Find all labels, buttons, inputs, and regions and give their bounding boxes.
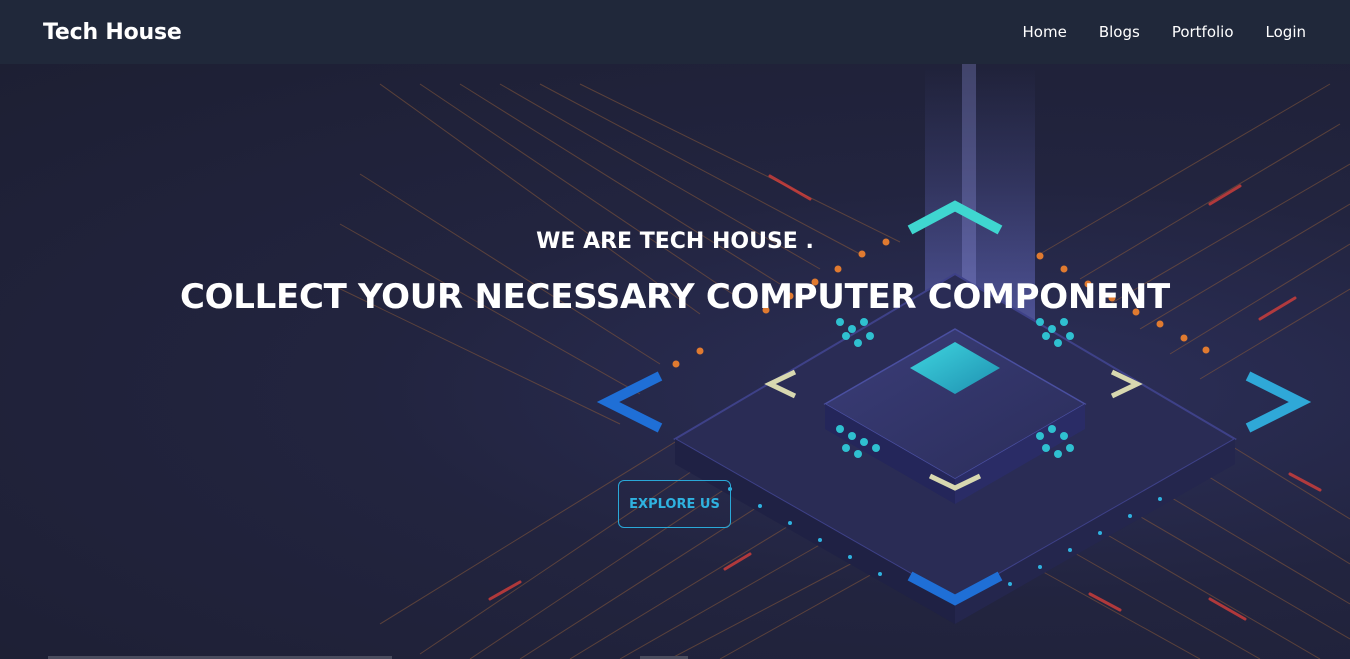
nav-links: Home Blogs Portfolio Login <box>991 23 1306 41</box>
navbar: Tech House Home Blogs Portfolio Login <box>0 0 1350 64</box>
explore-us-button[interactable]: EXPLORE US <box>618 480 731 528</box>
hero-section: WE ARE TECH HOUSE . COLLECT YOUR NECESSA… <box>0 64 1350 659</box>
nav-link-portfolio[interactable]: Portfolio <box>1172 23 1234 41</box>
hero-subtitle: WE ARE TECH HOUSE . <box>536 229 814 254</box>
brand-logo[interactable]: Tech House <box>43 20 182 45</box>
nav-link-blogs[interactable]: Blogs <box>1099 23 1140 41</box>
nav-link-home[interactable]: Home <box>1023 23 1067 41</box>
nav-link-login[interactable]: Login <box>1266 23 1306 41</box>
circuit-chip-illustration <box>329 64 1350 659</box>
hero-title: COLLECT YOUR NECESSARY COMPUTER COMPONEN… <box>180 277 1170 317</box>
